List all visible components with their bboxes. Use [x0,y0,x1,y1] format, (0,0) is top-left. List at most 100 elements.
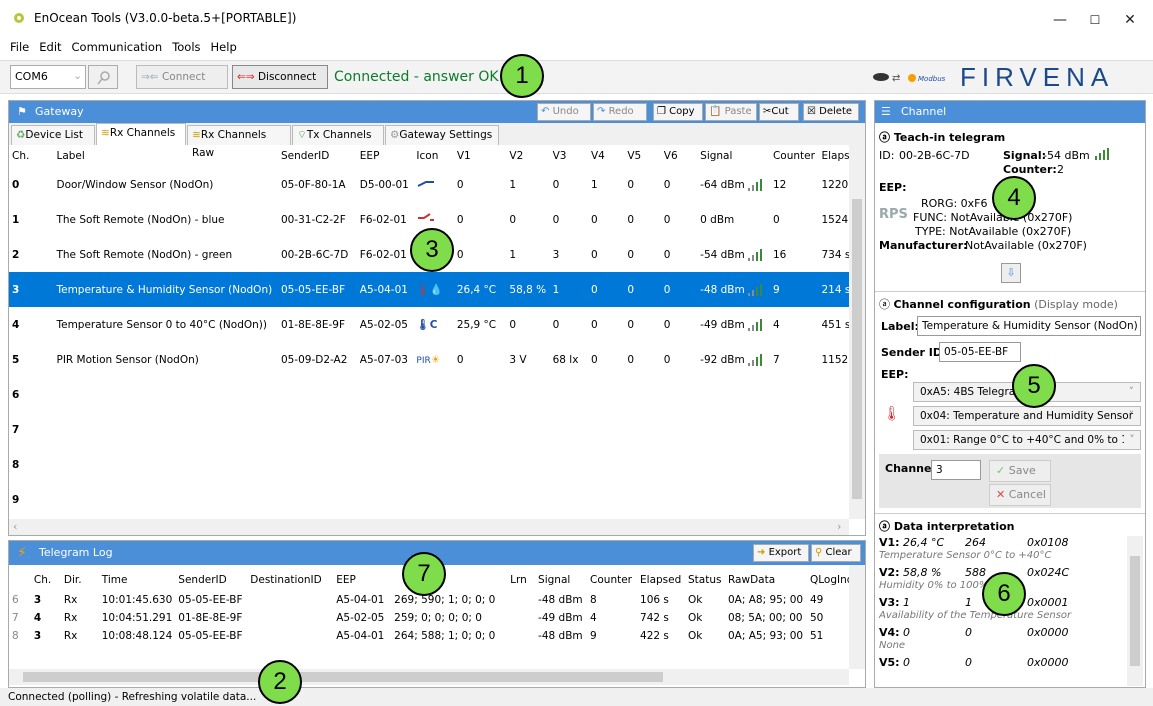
column-header[interactable]: Dir. [61,569,99,591]
signal-label: Signal: [1003,149,1046,162]
cell: F6-02-01 [359,248,407,261]
column-header[interactable] [9,569,31,591]
undo-button[interactable]: ↶ Undo [537,103,591,121]
channel-config-title[interactable]: ⓐ Channel configuration (Display mode) [879,296,1118,312]
copy-button[interactable]: ❐ Copy [653,103,703,121]
window-open-icon [416,179,436,191]
func-select[interactable]: 0x04: Temperature and Humidity Sensor ˅ [913,406,1141,426]
table-row[interactable]: 3 Temperature & Humidity Sensor (NodOn) 05… [9,272,849,307]
column-header[interactable]: V4 [588,145,624,167]
column-header[interactable]: QLogIndex [807,569,849,591]
interp-value: 0 [903,626,910,639]
grid-horizontal-scrollbar[interactable]: ‹ › [9,519,849,535]
table-row[interactable]: 6 [9,377,849,412]
teach-in-title[interactable]: ⓐ Teach-in telegram [879,129,1005,145]
cell: -48 dBm [697,272,770,307]
interp-scrollbar[interactable] [1127,536,1143,686]
menu-edit[interactable]: Edit [39,38,61,56]
column-header[interactable]: V6 [661,145,697,167]
search-port-button[interactable] [88,65,118,89]
column-header[interactable]: SenderID [278,145,357,167]
column-header[interactable]: V2 [506,145,549,167]
channel-number-input[interactable]: 3 [931,460,981,480]
cell: 12 [772,178,787,191]
column-header[interactable]: Ch. [31,569,61,591]
column-header[interactable]: Time [99,569,176,591]
menu-tools[interactable]: Tools [172,38,200,56]
log-scroll-thumb[interactable] [23,672,663,682]
cell: Ok [688,594,703,606]
save-button[interactable]: ✓ Save [989,460,1051,482]
column-header[interactable]: RawData [725,569,807,591]
tab-rx-channels[interactable]: ≋Rx Channels [96,123,186,145]
tab-tx-channels[interactable]: ⌔Tx Channels [292,125,384,145]
cell: PIR Motion Sensor (NodOn) [56,353,199,366]
column-header[interactable]: Label [53,145,277,167]
table-row[interactable]: 9 [9,482,849,517]
cancel-button[interactable]: ✕ Cancel [989,484,1051,506]
data-interpretation-title[interactable]: ⓐ Data interpretation [879,518,1015,534]
collapse-icon: ⓐ [879,520,894,533]
column-header[interactable]: EEP [333,569,391,591]
column-header[interactable]: Lrn [507,569,535,591]
column-header[interactable]: EEP [357,145,414,167]
type-select[interactable]: 0x01: Range 0°C to +40°C and 0% to 100% ˅ [913,430,1141,450]
column-header[interactable]: V1 [454,145,507,167]
grid-vertical-scrollbar[interactable] [849,145,865,519]
table-row[interactable]: 8 [9,447,849,482]
menu-file[interactable]: File [10,38,29,56]
column-header[interactable]: Signal [535,569,587,591]
port-select[interactable]: COM6 ⌄ [10,65,86,89]
column-header[interactable]: Counter [587,569,637,591]
log-horizontal-scrollbar[interactable] [9,669,849,685]
column-header[interactable]: Ch. [9,145,53,167]
scrollbar-thumb[interactable] [852,199,862,499]
close-button[interactable]: ✕ [1107,6,1153,34]
column-header[interactable]: Signal [697,145,770,167]
table-row[interactable]: 0 Door/Window Sensor (NodOn) 05-0F-80-1A D5… [9,167,849,202]
export-button[interactable]: ➜ Export [753,544,809,562]
apply-teach-in-button[interactable]: ⇩ [1001,263,1021,283]
disconnect-button[interactable]: ⇐⇒ Disconnect [232,65,328,89]
redo-button[interactable]: ↷ Redo [593,103,647,121]
status-bar: Connected (polling) - Refreshing volatil… [0,688,1153,706]
delete-button[interactable]: ☒ Delete [803,103,859,121]
column-header[interactable]: V5 [624,145,660,167]
channel-number-label: Channel [885,462,936,475]
column-header[interactable]: DestinationID [247,569,333,591]
cell: -64 dBm [697,167,770,202]
cell [357,412,414,447]
clear-button[interactable]: ⚲ Clear [811,544,861,562]
cut-button[interactable]: ✂Cut [759,103,799,121]
log-row[interactable]: 7 4 Rx 10:04:51.291 01-8E-8E-9F A5-02-05 259; … [9,609,849,627]
settings-gear-icon: ⚙ [390,129,400,141]
tab-device-list[interactable]: ♻Device List [11,125,95,145]
menu-communication[interactable]: Communication [72,38,163,56]
tab-rx-channels-raw[interactable]: ≋Rx Channels Raw [187,125,291,159]
connect-button[interactable]: ⇒⇐ Connect [136,65,228,89]
label-input[interactable]: Temperature & Humidity Sensor (NodOn) [917,316,1141,336]
cell: 106 s [640,594,669,606]
column-header[interactable]: V3 [550,145,588,167]
column-header[interactable]: Elapsed [637,569,685,591]
sender-id-input[interactable]: 05-05-EE-BF [939,342,1021,362]
paste-button[interactable]: 📋 Paste [705,103,757,121]
tab-gateway-settings[interactable]: ⚙Gateway Settings [385,125,499,145]
column-header[interactable]: Status [685,569,725,591]
column-header[interactable]: SenderID [175,569,247,591]
log-row[interactable]: 8 3 Rx 10:08:48.124 05-05-EE-BF A5-04-01 264; … [9,627,849,645]
table-row[interactable]: 5 PIR Motion Sensor (NodOn) 05-09-D2-A2 A5-… [9,342,849,377]
log-vertical-scrollbar[interactable] [849,565,865,669]
cell [550,482,588,517]
chevron-down-icon: ⌄ [73,69,83,82]
cell: Temperature & Humidity Sensor (NodOn) [53,272,278,307]
column-header[interactable]: Elaps [818,145,849,167]
cell: 3 [33,630,42,642]
column-header[interactable]: Icon [413,145,453,167]
column-header[interactable]: Counter [770,145,819,167]
table-row[interactable]: 7 [9,412,849,447]
menu-help[interactable]: Help [211,38,237,56]
table-row[interactable]: 4 Temperature Sensor 0 to 40°C (NodOn)) 01… [9,307,849,342]
cell: A5-04-01 [336,594,385,606]
interp-scroll-thumb[interactable] [1130,556,1140,666]
